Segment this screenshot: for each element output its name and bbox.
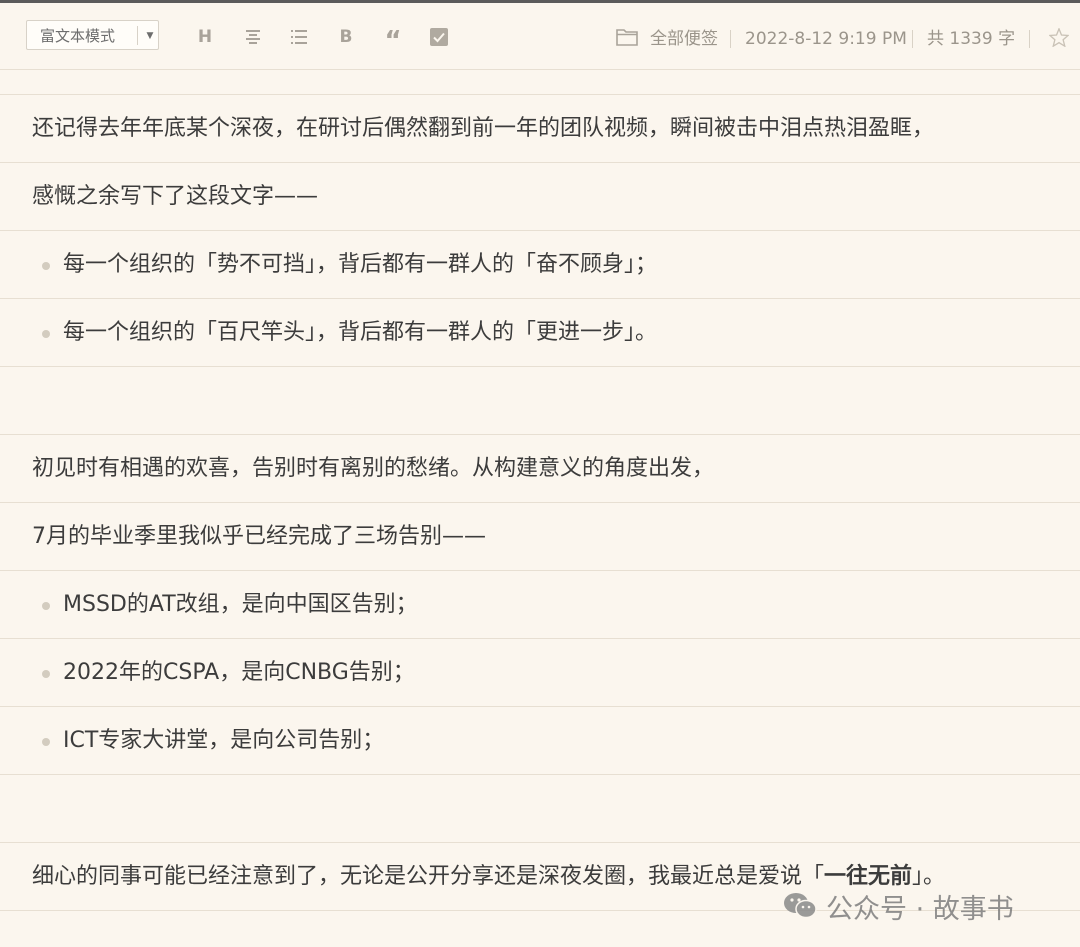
quote-icon: “ [384, 26, 402, 56]
heading-icon: H [197, 27, 213, 47]
checkbox-icon [430, 28, 448, 46]
bullet-text: 每一个组织的「势不可挡」，背后都有一群人的「奋不顾身」； [63, 252, 658, 277]
align-center-icon [246, 30, 260, 44]
bullet-item[interactable]: MSSD的AT改组，是向中国区告别； [0, 570, 1080, 638]
note-date: 2022-8-12 9:19 PM [745, 29, 907, 49]
bullet-item[interactable]: 每一个组织的「百尺竿头」，背后都有一群人的「更进一步」。 [0, 298, 1080, 366]
folder-label[interactable]: 全部便签 [650, 25, 718, 53]
note-editor[interactable]: 还记得去年年底某个深夜，在研讨后偶然翻到前一年的团队视频，瞬间被击中泪点热泪盈眶… [0, 94, 1080, 912]
watermark: 公众号 · 故事书 [782, 884, 1014, 928]
bullet-item[interactable]: 每一个组织的「势不可挡」，背后都有一群人的「奋不顾身」； [0, 230, 1080, 298]
meta-divider [1029, 30, 1030, 48]
paragraph-text: 还记得去年年底某个深夜，在研讨后偶然翻到前一年的团队视频，瞬间被击中泪点热泪盈眶… [32, 116, 935, 141]
bold-button[interactable]: B [334, 25, 358, 49]
bullet-text: 每一个组织的「百尺竿头」，背后都有一群人的「更进一步」。 [63, 320, 658, 345]
folder-button[interactable] [615, 25, 639, 49]
editor-mode-select[interactable]: 富文本模式 ▼ [26, 20, 159, 50]
mode-divider [137, 26, 138, 45]
paragraph-line[interactable]: 感慨之余写下了这段文字—— [0, 162, 1080, 230]
empty-line[interactable] [0, 774, 1080, 842]
paragraph-text: 细心的同事可能已经注意到了，无论是公开分享还是深夜发圈，我最近总是爱说「 [32, 864, 825, 889]
bullet-icon [42, 738, 50, 746]
wechat-icon [784, 893, 817, 919]
paragraph-line[interactable]: 还记得去年年底某个深夜，在研讨后偶然翻到前一年的团队视频，瞬间被击中泪点热泪盈眶… [0, 94, 1080, 162]
heading-button[interactable]: H [193, 25, 217, 49]
meta-divider [730, 30, 731, 48]
meta-divider [912, 30, 913, 48]
word-count: 共 1339 字 [927, 29, 1016, 49]
favorite-button[interactable] [1047, 25, 1071, 49]
empty-line[interactable] [0, 366, 1080, 434]
quote-button[interactable]: “ [381, 25, 405, 54]
paragraph-line[interactable]: 初见时有相遇的欢喜，告别时有离别的愁绪。从构建意义的角度出发， [0, 434, 1080, 502]
bullet-item[interactable]: ICT专家大讲堂，是向公司告别； [0, 706, 1080, 774]
chevron-down-icon[interactable]: ▼ [141, 21, 159, 51]
bullet-item[interactable]: 2022年的CSPA，是向CNBG告别； [0, 638, 1080, 706]
bullet-icon [42, 330, 50, 338]
star-icon [1049, 27, 1069, 47]
checkbox-button[interactable] [427, 25, 451, 49]
paragraph-text: 初见时有相遇的欢喜，告别时有离别的愁绪。从构建意义的角度出发， [32, 456, 715, 481]
paragraph-line[interactable]: 7月的毕业季里我似乎已经完成了三场告别—— [0, 502, 1080, 570]
watermark-text: 公众号 · 故事书 [826, 893, 1014, 925]
list-button[interactable] [287, 25, 311, 49]
bullet-text: ICT专家大讲堂，是向公司告别； [63, 728, 385, 753]
folder-icon [616, 29, 638, 46]
list-icon [291, 30, 307, 44]
paragraph-text: 感慨之余写下了这段文字—— [32, 184, 319, 209]
align-center-button[interactable] [241, 25, 265, 49]
bold-icon: B [339, 27, 353, 47]
toolbar: 富文本模式 ▼ H B “ 全部便签 2022-8-12 9:19 PM 共 1… [0, 3, 1080, 70]
editor-mode-label: 富文本模式 [40, 27, 116, 45]
bullet-icon [42, 602, 50, 610]
bullet-icon [42, 670, 50, 678]
bullet-icon [42, 262, 50, 270]
paragraph-text: 7月的毕业季里我似乎已经完成了三场告别—— [32, 524, 486, 549]
bullet-text: 2022年的CSPA，是向CNBG告别； [63, 660, 415, 685]
bullet-text: MSSD的AT改组，是向中国区告别； [63, 592, 418, 617]
